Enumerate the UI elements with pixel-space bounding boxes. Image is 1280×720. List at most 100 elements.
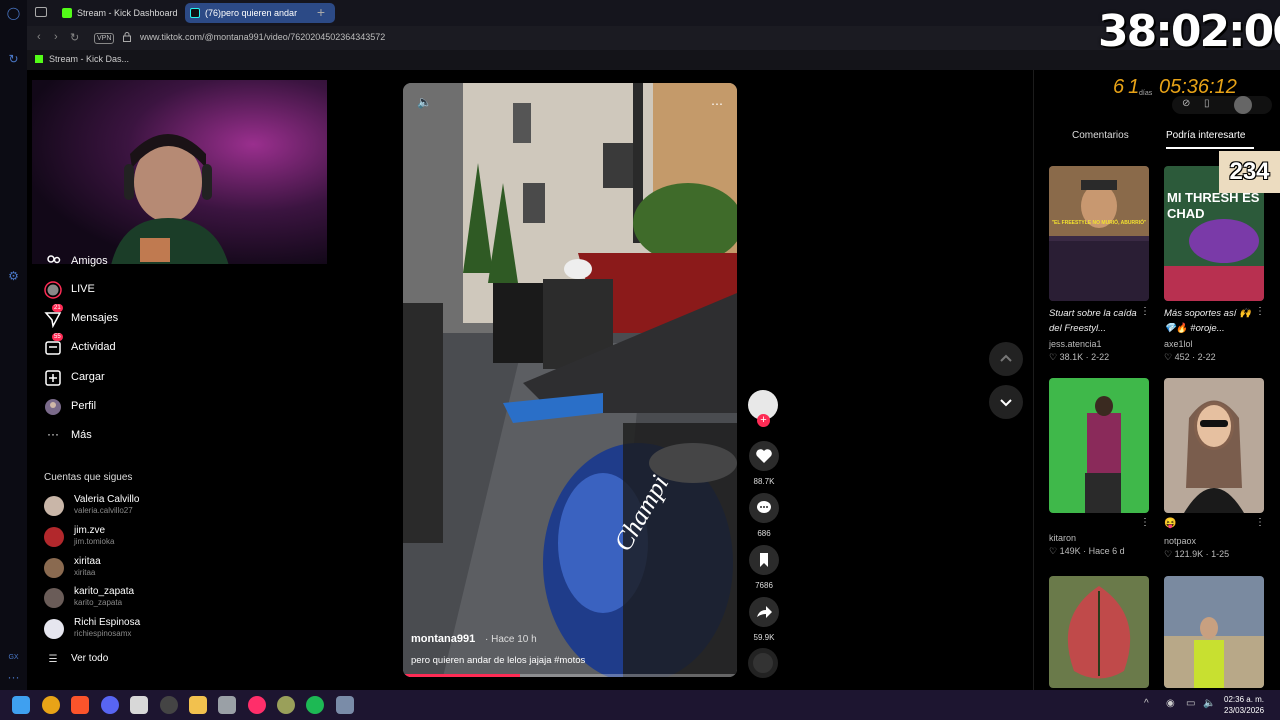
display-icon[interactable]: ▭ bbox=[1186, 698, 1195, 709]
video-thumbnail[interactable] bbox=[1164, 378, 1264, 513]
nav-label: Actividad bbox=[71, 341, 116, 353]
forward-icon[interactable]: › bbox=[54, 31, 58, 43]
tab-tiktok-video[interactable]: (76)pero quieren andar bbox=[185, 3, 335, 23]
saves-count: 7686 bbox=[755, 581, 773, 590]
music-disc-icon[interactable] bbox=[748, 648, 778, 678]
settings-icon[interactable]: ⚙ bbox=[6, 269, 21, 284]
comment-icon bbox=[757, 501, 771, 513]
card-username[interactable]: axe1lol bbox=[1164, 339, 1193, 349]
upload-icon bbox=[45, 370, 61, 386]
more-options-icon[interactable]: ··· bbox=[6, 670, 21, 685]
gx-icon[interactable]: GX bbox=[6, 650, 21, 665]
next-video-button[interactable] bbox=[989, 385, 1023, 419]
account-name: karito_zapata bbox=[74, 586, 135, 597]
video-thumbnail[interactable] bbox=[1049, 378, 1149, 513]
vpn-badge[interactable]: VPN bbox=[94, 33, 115, 44]
follow-button[interactable]: + bbox=[757, 414, 770, 427]
coin-app-icon[interactable] bbox=[42, 696, 60, 714]
clock-time: 02:36 a. m. bbox=[1224, 695, 1265, 704]
taskbar-clock[interactable]: 02:36 a. m. 23/03/2026 bbox=[1224, 694, 1264, 716]
phone-icon[interactable]: ▯ bbox=[1204, 98, 1210, 109]
volume-icon[interactable]: 🔈 bbox=[1203, 698, 1215, 709]
comment-button[interactable] bbox=[749, 493, 779, 523]
previous-video-button[interactable] bbox=[989, 342, 1023, 376]
like-action[interactable]: 88.7K bbox=[748, 441, 780, 486]
nav-label: LIVE bbox=[71, 283, 95, 295]
profile-icon bbox=[45, 399, 61, 415]
card-description[interactable]: Stuart sobre la caída del Freestyl... bbox=[1049, 306, 1139, 336]
gamepad-icon[interactable] bbox=[218, 696, 236, 714]
tray-chevron-icon[interactable]: ^ bbox=[1144, 698, 1149, 709]
card-username[interactable]: kitaron bbox=[1049, 533, 1076, 543]
video-progress-bar[interactable] bbox=[403, 674, 737, 677]
thumb-overlay-container: MI THRESH ES CHAD bbox=[1167, 190, 1259, 221]
tab-overview-icon[interactable] bbox=[35, 7, 47, 17]
thumbnail-image bbox=[1049, 378, 1149, 513]
new-tab-button[interactable]: + bbox=[314, 4, 328, 20]
store-icon[interactable] bbox=[130, 696, 148, 714]
download-icon[interactable]: ⊘ bbox=[1182, 98, 1190, 109]
account-handle: karito_zapata bbox=[74, 598, 123, 607]
tab-kick-dashboard[interactable]: Stream - Kick Dashboard bbox=[57, 3, 199, 23]
video-options-icon[interactable]: ⋯ bbox=[711, 97, 723, 111]
tab-label: Stream - Kick Dashboard bbox=[77, 8, 178, 18]
obs-icon[interactable] bbox=[160, 696, 178, 714]
share-button[interactable] bbox=[749, 597, 779, 627]
video-player[interactable]: Champi 🔈 ⋯ montana991 · Hace 10 h pero q… bbox=[403, 83, 737, 677]
avatar bbox=[44, 588, 64, 608]
more-icon: ··· bbox=[47, 427, 59, 441]
user-avatar[interactable] bbox=[1234, 96, 1252, 114]
streamer-figure bbox=[111, 134, 229, 264]
avatar bbox=[44, 558, 64, 578]
mute-icon[interactable]: 🔈 bbox=[417, 95, 432, 109]
history-icon[interactable]: ↻ bbox=[6, 52, 21, 67]
save-action[interactable]: 7686 bbox=[748, 545, 780, 590]
chevron-down-icon bbox=[1000, 399, 1012, 407]
card-options-icon[interactable]: ⋮ bbox=[1140, 517, 1150, 528]
card-options-icon[interactable]: ⋮ bbox=[1140, 306, 1150, 317]
spotify-icon[interactable] bbox=[306, 696, 324, 714]
account-name: xiritaa bbox=[74, 556, 101, 567]
bookmark-kick[interactable]: Stream - Kick Das... bbox=[35, 54, 129, 64]
opera-gx-icon[interactable] bbox=[248, 696, 266, 714]
lock-icon bbox=[123, 32, 131, 42]
opera-sidebar: ◯ ↻ ⚙ GX ··· bbox=[0, 0, 27, 690]
brave-icon[interactable] bbox=[71, 696, 89, 714]
windows-start-icon[interactable] bbox=[12, 696, 30, 714]
card-description[interactable]: Más soportes así 🙌💎🔥 #oroje... bbox=[1164, 306, 1254, 336]
app-icon[interactable] bbox=[277, 696, 295, 714]
live-icon bbox=[44, 281, 62, 299]
subathon-timer: 38:02:00 bbox=[1098, 6, 1280, 57]
kick-icon bbox=[35, 55, 43, 63]
reload-icon[interactable]: ↻ bbox=[70, 31, 79, 44]
tab-recommended[interactable]: Podría interesarte bbox=[1166, 130, 1246, 141]
opera-logo-icon[interactable]: ◯ bbox=[6, 6, 21, 21]
url-field[interactable]: www.tiktok.com/@montana991/video/7620204… bbox=[140, 32, 385, 42]
tab-comments[interactable]: Comentarios bbox=[1072, 130, 1129, 141]
tab-label: (76)pero quieren andar bbox=[205, 8, 298, 18]
card-options-icon[interactable]: ⋮ bbox=[1255, 306, 1265, 317]
discord-icon[interactable] bbox=[101, 696, 119, 714]
nav-label: Más bbox=[71, 429, 92, 441]
account-handle: valeria.calvillo27 bbox=[74, 506, 133, 515]
save-button[interactable] bbox=[749, 545, 779, 575]
like-button[interactable] bbox=[749, 441, 779, 471]
back-icon[interactable]: ‹ bbox=[37, 31, 41, 43]
account-name: Valeria Calvillo bbox=[74, 494, 140, 505]
video-thumbnail[interactable] bbox=[1164, 576, 1264, 688]
video-thumbnail[interactable] bbox=[1049, 576, 1149, 688]
network-icon[interactable]: ◉ bbox=[1166, 698, 1175, 709]
subs-counter: 234 bbox=[1219, 151, 1280, 193]
video-frame: Champi bbox=[403, 83, 737, 677]
card-options-icon[interactable]: ⋮ bbox=[1255, 517, 1265, 528]
video-author[interactable]: montana991 bbox=[411, 633, 475, 645]
comment-action[interactable]: 686 bbox=[748, 493, 780, 538]
card-username[interactable]: jess.atencia1 bbox=[1049, 339, 1102, 349]
folder-icon[interactable] bbox=[189, 696, 207, 714]
card-username[interactable]: notpaox bbox=[1164, 536, 1196, 546]
tab-bar: Stream - Kick Dashboard (76)pero quieren… bbox=[27, 0, 1280, 26]
settings-app-icon[interactable] bbox=[336, 696, 354, 714]
video-thumbnail[interactable]: "EL FREESTYLE NO MURIÓ, ABURRIÓ" bbox=[1049, 166, 1149, 301]
share-action[interactable]: 59.9K bbox=[748, 597, 780, 642]
activity-icon bbox=[45, 341, 61, 355]
